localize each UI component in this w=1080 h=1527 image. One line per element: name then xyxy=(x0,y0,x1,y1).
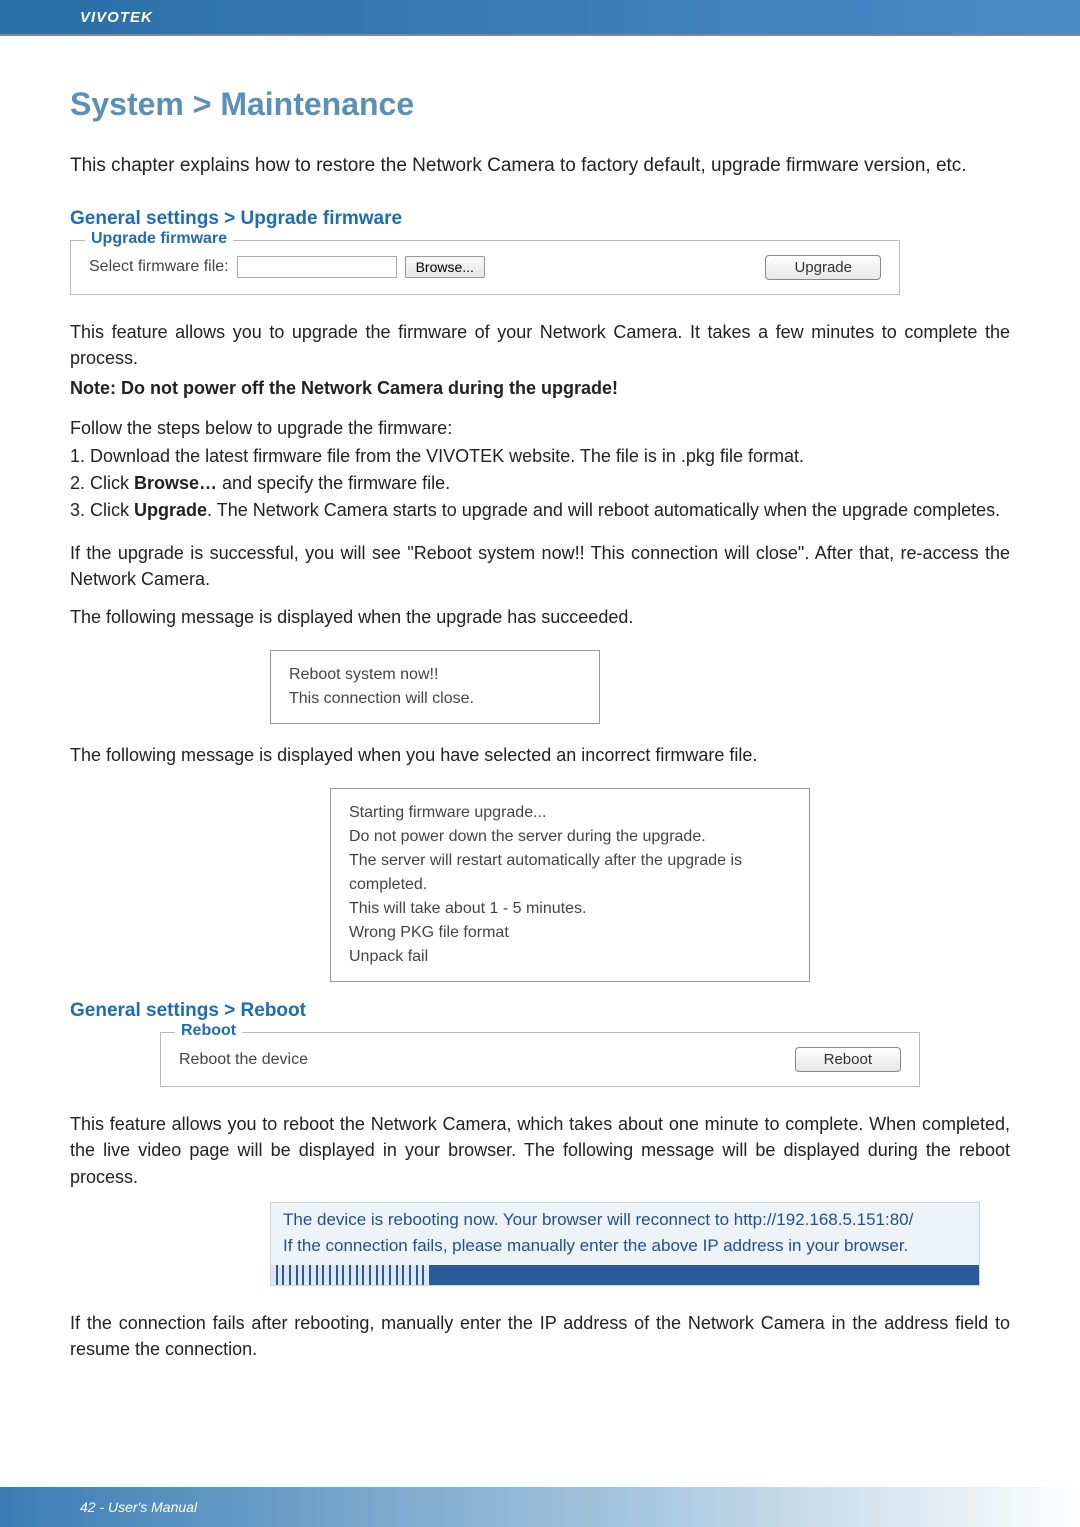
page-footer: 42 - User's Manual xyxy=(0,1487,1080,1527)
section-upgrade-heading: General settings > Upgrade firmware xyxy=(70,208,1010,230)
upgrade-desc-1: This feature allows you to upgrade the f… xyxy=(70,319,1010,371)
msg1-line1: Reboot system now!! xyxy=(289,663,581,687)
footer-text: 42 - User's Manual xyxy=(80,1499,197,1515)
section-reboot-heading: General settings > Reboot xyxy=(70,1000,1010,1022)
msg2-line1: Starting firmware upgrade... xyxy=(349,801,791,825)
msg2-line2: Do not power down the server during the … xyxy=(349,825,791,849)
step-2: 2. Click Browse… and specify the firmwar… xyxy=(70,470,1010,497)
steps-intro: Follow the steps below to upgrade the fi… xyxy=(70,415,1010,441)
reboot-desc: This feature allows you to reboot the Ne… xyxy=(70,1111,1010,1189)
msg2-line3: The server will restart automatically af… xyxy=(349,849,791,897)
upgrade-warning: Note: Do not power off the Network Camer… xyxy=(70,375,1010,401)
header-bar: VIVOTEK xyxy=(0,0,1080,36)
msg2-intro: The following message is displayed when … xyxy=(70,742,1010,768)
firmware-file-input[interactable] xyxy=(237,256,397,278)
page-title: System > Maintenance xyxy=(70,86,1010,123)
msg2-line4: This will take about 1 - 5 minutes. xyxy=(349,897,791,921)
upgrade-success-note: If the upgrade is successful, you will s… xyxy=(70,540,1010,592)
upgrade-firmware-panel: Upgrade firmware Select firmware file: B… xyxy=(70,240,900,295)
reboot-panel: Reboot Reboot the device Reboot xyxy=(160,1032,920,1087)
msg1-intro: The following message is displayed when … xyxy=(70,604,1010,630)
reboot-success-message-box: Reboot system now!! This connection will… xyxy=(270,650,600,724)
reboot-progress-box: The device is rebooting now. Your browse… xyxy=(270,1202,980,1286)
step-1: 1. Download the latest firmware file fro… xyxy=(70,443,1010,470)
brand-logo: VIVOTEK xyxy=(80,9,153,26)
reboot-progress-bar xyxy=(271,1265,979,1285)
upgrade-legend: Upgrade firmware xyxy=(85,230,233,248)
intro-text: This chapter explains how to restore the… xyxy=(70,153,1010,180)
msg2-line5: Wrong PKG file format xyxy=(349,921,791,945)
msg2-line6: Unpack fail xyxy=(349,945,791,969)
reboot-after-note: If the connection fails after rebooting,… xyxy=(70,1310,1010,1362)
reboot-button[interactable]: Reboot xyxy=(795,1047,901,1072)
reboot-label: Reboot the device xyxy=(179,1051,308,1069)
reboot-msg-line2: If the connection fails, please manually… xyxy=(271,1233,979,1259)
msg1-line2: This connection will close. xyxy=(289,687,581,711)
step-3: 3. Click Upgrade. The Network Camera sta… xyxy=(70,497,1010,524)
browse-button[interactable]: Browse... xyxy=(405,256,485,278)
select-firmware-label: Select firmware file: xyxy=(89,258,229,276)
wrong-file-message-box: Starting firmware upgrade... Do not powe… xyxy=(330,788,810,982)
upgrade-button[interactable]: Upgrade xyxy=(765,255,881,280)
reboot-msg-line1: The device is rebooting now. Your browse… xyxy=(271,1207,979,1233)
reboot-legend: Reboot xyxy=(175,1022,242,1040)
